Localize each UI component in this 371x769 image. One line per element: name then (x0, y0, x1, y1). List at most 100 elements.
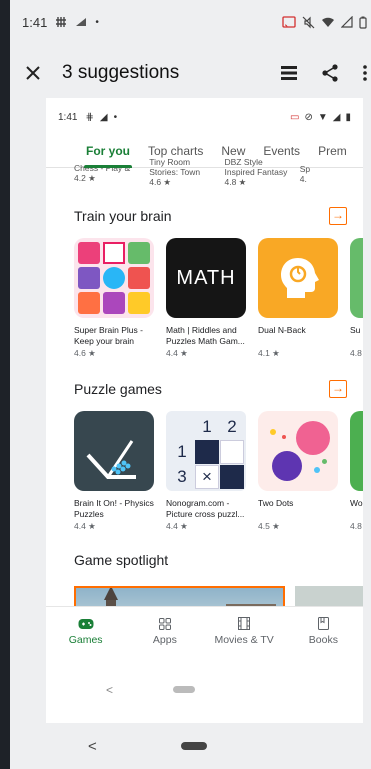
more-options-icon[interactable] (363, 65, 367, 81)
film-icon (238, 617, 251, 630)
inner-mute-icon: ⊘ (304, 111, 313, 123)
app-rating: 4.2 ★ (74, 173, 96, 183)
slack-icon (56, 17, 67, 27)
list-item[interactable]: DBZ Style Inspired Fantasy RPG (Choi... … (224, 157, 288, 194)
super-brain-icon (74, 238, 154, 318)
app-name: Su (350, 325, 361, 335)
book-icon (317, 617, 329, 630)
gamepad-icon (78, 618, 94, 629)
app-name: Super Brain Plus - Keep your brain acti.… (74, 325, 143, 346)
app-name: Nonogram.com - Picture cross puzzl... (166, 498, 245, 519)
close-button[interactable] (10, 60, 56, 86)
list-item[interactable]: Chess - Play & Learn 4.2 ★ (74, 164, 137, 194)
nav-movies-tv[interactable]: Movies & TV (205, 607, 284, 656)
dot-icon: • (95, 16, 99, 28)
wifi-icon (322, 17, 334, 27)
inner-status-bar: 1:41 ⋕ ◢ • ▭ ⊘ ▼ ◢ ▮ (46, 98, 363, 136)
app-name: Math | Riddles and Puzzles Math Gam... (166, 325, 245, 346)
app-bar: 3 suggestions (10, 48, 371, 98)
app-rating: 4.8 (350, 521, 362, 531)
inner-status-time: 1:41 (58, 111, 78, 123)
math-icon: MATH (166, 238, 246, 318)
home-pill[interactable] (180, 742, 207, 750)
share-icon[interactable] (321, 64, 339, 82)
close-icon (26, 66, 40, 80)
inner-slack-icon: ⋕ (85, 111, 94, 123)
nav-label: Games (68, 633, 103, 646)
cell-icon (341, 16, 353, 28)
dual-n-back-icon (258, 238, 338, 318)
app-name: Brain It On! - Physics Puzzles (74, 498, 154, 519)
app-icon (350, 411, 363, 491)
app-rating: 4.8 ★ (224, 177, 247, 187)
inner-signal-icon: ◢ (99, 111, 108, 123)
app-card[interactable]: Su 4.8 (350, 238, 363, 359)
app-name: DBZ Style Inspired Fantasy RPG (Choi... (224, 157, 288, 177)
nav-label: Books (308, 634, 338, 646)
nonogram-icon: 1 2 1 3 × (166, 411, 246, 491)
signal-icon (76, 18, 87, 26)
inner-cast-icon: ▭ (290, 111, 300, 123)
inner-system-nav: < (46, 656, 363, 723)
app-rating: 4.4 ★ (74, 521, 96, 531)
brain-head-icon (281, 258, 319, 298)
inner-home-pill[interactable] (173, 686, 196, 693)
previous-row-fragment: Chess - Play & Learn 4.2 ★ Tiny Room Sto… (46, 157, 363, 194)
app-rating: 4.6 ★ (74, 348, 96, 358)
section-train-your-brain: Train your brain → Super Brain Plus - Ke… (46, 194, 363, 359)
inner-wifi-icon: ▼ (317, 111, 328, 123)
app-rating: 4.4 ★ (166, 521, 188, 531)
app-name: Wo (350, 498, 363, 508)
app-card[interactable]: Two Dots 4.5 ★ (258, 411, 338, 532)
arrow-right-icon[interactable]: → (329, 380, 347, 398)
app-rating: 4.4 ★ (166, 348, 188, 358)
arrow-right-icon[interactable]: → (329, 207, 347, 225)
back-icon[interactable]: < (88, 738, 97, 755)
battery-icon (359, 16, 367, 29)
cup-icon (86, 440, 136, 479)
app-name: Sp (299, 164, 311, 174)
inner-dot-icon: • (113, 111, 118, 123)
nonogram-cross: × (195, 465, 219, 489)
device-frame: 1:41 • 3 suggestions 1:41 ⋕ ◢ • ▭ ⊘ ▼ ◢ … (0, 0, 371, 769)
list-item[interactable]: Tiny Room Stories: Town Mystery 4.6 ★ (149, 157, 212, 194)
nonogram-clue: 1 (177, 442, 187, 461)
section-title: Game spotlight (74, 552, 169, 568)
nonogram-clue: 1 (202, 417, 212, 436)
app-rating: 4.6 ★ (149, 177, 172, 187)
app-rating: 4.1 ★ (258, 348, 280, 358)
bottom-nav: Games Apps Movies & TV Books (46, 606, 363, 656)
mute-icon (302, 16, 315, 28)
app-card[interactable]: Dual N-Back 4.1 ★ (258, 238, 338, 359)
inner-cell-icon: ◢ (332, 111, 341, 123)
app-card[interactable]: Wo 4.8 (350, 411, 363, 532)
nav-apps[interactable]: Apps (125, 607, 204, 656)
nav-games[interactable]: Games (46, 607, 125, 656)
list-item[interactable]: Sp 4. (300, 164, 363, 194)
app-card[interactable]: MATH Math | Riddles and Puzzles Math Gam… (166, 238, 246, 359)
section-puzzle-games: Puzzle games → Brain It On! - Physics Pu… (46, 367, 363, 532)
nonogram-clue: 2 (227, 417, 237, 436)
app-rating: 4.5 ★ (258, 521, 280, 531)
list-view-icon[interactable] (281, 66, 297, 80)
app-icon (350, 238, 363, 318)
app-name: Two Dots (258, 498, 294, 508)
tab-for-you[interactable]: For you (84, 144, 132, 168)
section-title: Train your brain (74, 208, 172, 224)
app-rating: 4. (299, 174, 307, 184)
app-name: Tiny Room Stories: Town Mystery (149, 157, 201, 177)
app-card[interactable]: Brain It On! - Physics Puzzles 4.4 ★ (74, 411, 154, 532)
nonogram-clue: 3 (177, 467, 187, 486)
section-title: Puzzle games (74, 381, 162, 397)
nav-label: Apps (152, 633, 177, 646)
two-dots-icon (258, 411, 338, 491)
status-time: 1:41 (22, 14, 48, 30)
suggestion-screenshot[interactable]: 1:41 ⋕ ◢ • ▭ ⊘ ▼ ◢ ▮ For you Top charts … (46, 98, 363, 723)
inner-back-icon[interactable]: < (106, 683, 113, 697)
app-name: Dual N-Back (258, 325, 306, 335)
app-card[interactable]: Super Brain Plus - Keep your brain acti.… (74, 238, 154, 359)
math-icon-text: MATH (176, 266, 236, 289)
app-card[interactable]: 1 2 1 3 × Nonogram.com - Picture cross p… (166, 411, 246, 532)
nav-books[interactable]: Books (284, 607, 363, 656)
system-nav-bar: < (10, 723, 371, 769)
